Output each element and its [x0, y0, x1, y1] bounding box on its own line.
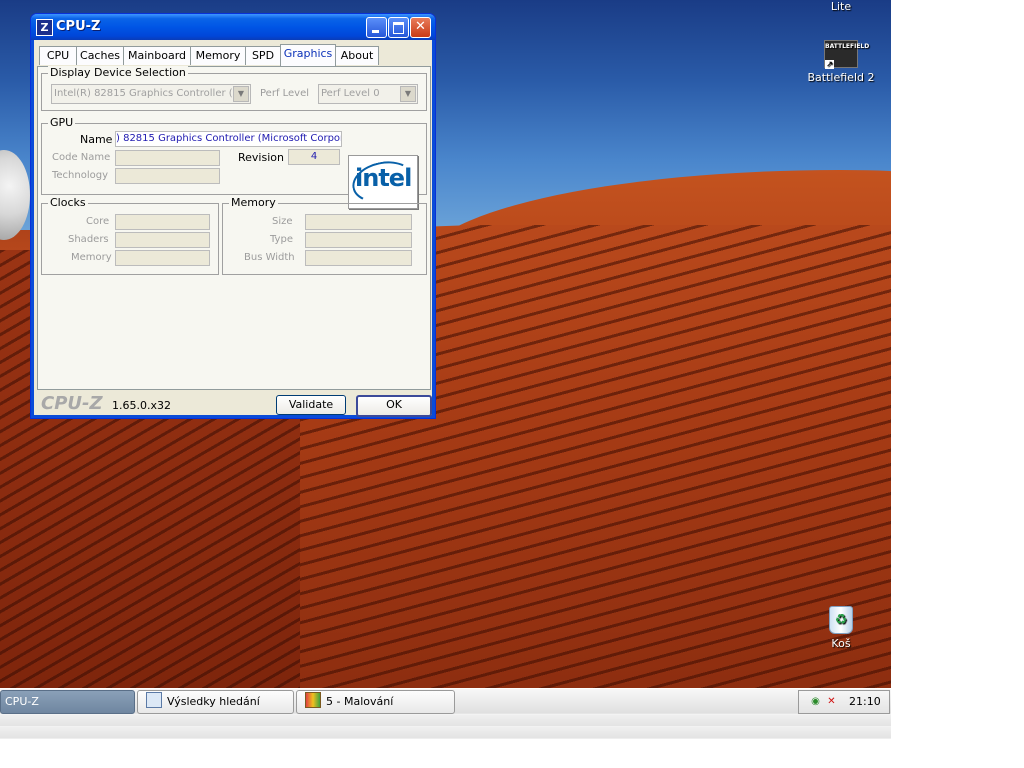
- tray-clock[interactable]: 21:10: [849, 691, 881, 713]
- memory-bus-width-label: Bus Width: [244, 252, 295, 263]
- task-label: CPU-Z: [5, 695, 39, 708]
- cpuz-brand: CPU-Z: [41, 393, 103, 414]
- taskbar: CPU-Z Výsledky hledání 5 - Malování ◉ ✕ …: [0, 688, 891, 739]
- memory-type-field[interactable]: [305, 232, 412, 248]
- chevron-down-icon: ▼: [233, 86, 249, 102]
- desktop-icon-lite[interactable]: Lite: [799, 0, 883, 13]
- chevron-down-icon: ▼: [400, 86, 416, 102]
- window-titlebar[interactable]: Z CPU-Z ✕: [31, 14, 435, 40]
- clocks-shaders-field[interactable]: [115, 232, 210, 248]
- gpu-name-label: Name: [80, 133, 113, 146]
- memory-type-label: Type: [270, 234, 293, 245]
- maximize-icon: [393, 22, 404, 34]
- taskbar-ghost-row: [0, 726, 891, 739]
- clocks-legend: Clocks: [48, 196, 88, 209]
- gpu-legend: GPU: [48, 116, 76, 129]
- desktop-icon-recycle-bin[interactable]: ♻ Koš: [799, 606, 883, 650]
- memory-size-field[interactable]: [305, 214, 412, 230]
- tab-about[interactable]: About: [335, 46, 379, 65]
- display-device-value: Intel(R) 82815 Graphics Controller (M: [54, 88, 242, 99]
- perf-level-value: Perf Level 0: [321, 88, 380, 99]
- task-paint[interactable]: 5 - Malování: [296, 690, 455, 714]
- window-footer: CPU-Z 1.65.0.x32 Validate OK: [35, 392, 432, 417]
- window-client: CPU Caches Mainboard Memory SPD Graphics…: [35, 40, 432, 417]
- cpuz-window: Z CPU-Z ✕ CPU Caches Mainboard Memory SP…: [30, 13, 436, 419]
- clocks-core-field[interactable]: [115, 214, 210, 230]
- window-title: CPU-Z: [56, 19, 101, 34]
- task-label: Výsledky hledání: [167, 695, 260, 708]
- task-cpuz[interactable]: CPU-Z: [0, 690, 135, 714]
- tab-memory[interactable]: Memory: [190, 46, 246, 65]
- tray-disconnected-icon[interactable]: ✕: [825, 695, 838, 708]
- intel-logo: intel: [348, 155, 418, 209]
- system-tray: ◉ ✕ 21:10: [798, 690, 890, 714]
- desktop-icon-label: Battlefield 2: [807, 71, 875, 84]
- recycle-bin-icon: ♻: [829, 606, 853, 634]
- tray-network-icon[interactable]: ◉: [809, 695, 822, 708]
- display-device-legend: Display Device Selection: [48, 66, 188, 79]
- ok-button[interactable]: OK: [356, 395, 432, 417]
- memory-bus-width-field[interactable]: [305, 250, 412, 266]
- perf-level-label: Perf Level: [260, 88, 310, 99]
- tab-caches[interactable]: Caches: [76, 46, 124, 65]
- task-label: 5 - Malování: [326, 695, 394, 708]
- perf-level-select[interactable]: Perf Level 0 ▼: [318, 84, 418, 104]
- display-device-select[interactable]: Intel(R) 82815 Graphics Controller (M ▼: [51, 84, 251, 104]
- memory-legend: Memory: [229, 196, 278, 209]
- tab-cpu[interactable]: CPU: [39, 46, 77, 65]
- intel-logo-text: intel: [355, 164, 412, 192]
- gpu-revision-label: Revision: [238, 151, 284, 164]
- desktop-icon-battlefield-2[interactable]: BATTLEFIELD ↗ Battlefield 2: [799, 40, 883, 84]
- clocks-shaders-label: Shaders: [68, 234, 109, 245]
- battlefield-icon-text: BATTLEFIELD: [825, 43, 870, 50]
- minimize-button[interactable]: [366, 17, 387, 38]
- validate-button[interactable]: Validate: [276, 395, 346, 415]
- shortcut-arrow-icon: ↗: [825, 60, 834, 69]
- graphics-panel: Display Device Selection Intel(R) 82815 …: [37, 66, 431, 390]
- desktop-icon-label: Lite: [830, 0, 852, 13]
- search-results-icon: [146, 692, 162, 708]
- clocks-group: Clocks Core Shaders Memory: [41, 196, 219, 275]
- taskbar-row: CPU-Z Výsledky hledání 5 - Malování ◉ ✕ …: [0, 688, 891, 714]
- minimize-icon: [372, 30, 379, 33]
- battlefield-icon: BATTLEFIELD ↗: [824, 40, 869, 69]
- memory-group: Memory Size Type Bus Width: [222, 196, 427, 275]
- task-search-results[interactable]: Výsledky hledání: [137, 690, 294, 714]
- tab-spd[interactable]: SPD: [245, 46, 281, 65]
- cpuz-version: 1.65.0.x32: [112, 399, 171, 412]
- close-icon: ✕: [415, 19, 426, 34]
- maximize-button[interactable]: [388, 17, 409, 38]
- close-button[interactable]: ✕: [410, 17, 431, 38]
- gpu-technology-label: Technology: [52, 170, 109, 181]
- tab-mainboard[interactable]: Mainboard: [123, 46, 191, 65]
- desktop-icon-label: Koš: [831, 637, 851, 650]
- clocks-memory-field[interactable]: [115, 250, 210, 266]
- gpu-technology-field[interactable]: [115, 168, 220, 184]
- display-device-group: Display Device Selection Intel(R) 82815 …: [41, 66, 427, 111]
- clocks-core-label: Core: [86, 216, 110, 227]
- gpu-code-name-field[interactable]: [115, 150, 220, 166]
- tab-graphics[interactable]: Graphics: [280, 44, 336, 66]
- paint-icon: [305, 692, 321, 708]
- clocks-memory-label: Memory: [71, 252, 112, 263]
- gpu-name-field[interactable]: ) 82815 Graphics Controller (Microsoft C…: [115, 131, 342, 147]
- gpu-code-name-label: Code Name: [52, 152, 111, 163]
- memory-size-label: Size: [272, 216, 293, 227]
- cpuz-app-icon[interactable]: Z: [36, 19, 53, 36]
- gpu-revision-field[interactable]: 4: [288, 149, 340, 165]
